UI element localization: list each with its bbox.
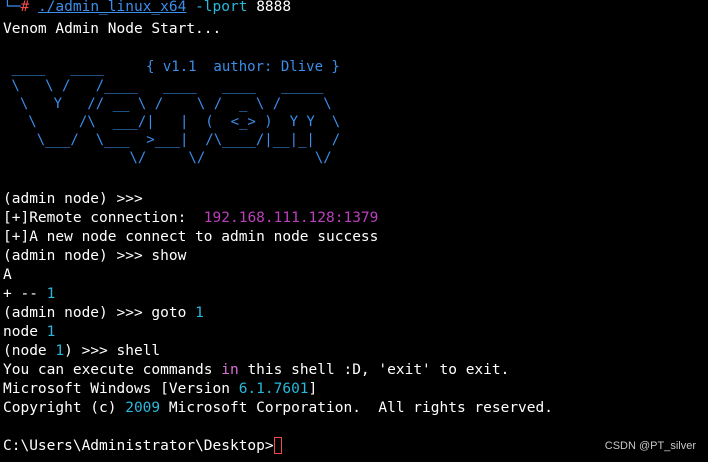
admin-prompt-line: (admin node) >>> xyxy=(3,191,143,207)
port-value: 8888 xyxy=(256,0,292,15)
banner-art-line: ____ ____ xyxy=(3,60,113,76)
banner-version: { v1.1 author: Dlive } xyxy=(146,59,340,75)
lport-flag: -lport xyxy=(195,0,248,15)
terminal-window[interactable]: └─# ./admin_linux_x64 -lport 8888 Venom … xyxy=(0,0,708,462)
banner-art-line: \ Y // __ \ / \ / _ \ / \ xyxy=(3,96,332,112)
cmd-prompt-line[interactable]: C:\Users\Administrator\Desktop> xyxy=(3,437,282,456)
copyright-line: Copyright (c) 2009 Microsoft Corporation… xyxy=(3,400,553,416)
tree-root: A xyxy=(3,267,12,283)
banner-art-line: \ \ / /____ ____ ____ _____ xyxy=(3,78,324,94)
shell-info-line: You can execute commands in this shell :… xyxy=(3,362,510,378)
banner-art-line: \ /\ ___/| | ( <_> ) Y Y \ xyxy=(3,114,341,130)
cwd-prompt: C:\Users\Administrator\Desktop> xyxy=(3,438,274,454)
tree-node-line: + -- 1 xyxy=(3,286,56,302)
banner-art-line: \/ \/ \/ xyxy=(3,150,332,166)
windows-version-line: Microsoft Windows [Version 6.1.7601] xyxy=(3,381,318,397)
goto-command-line: (admin node) >>> goto 1 xyxy=(3,305,204,321)
binary-path: ./admin_linux_x64 xyxy=(37,0,187,15)
banner-art-line: \___/ \___ >___| /\____/|__|_| / xyxy=(3,132,341,148)
start-message: Venom Admin Node Start... xyxy=(3,21,222,37)
text-cursor[interactable] xyxy=(273,437,282,454)
node-line: node 1 xyxy=(3,324,56,340)
shell-command-line: (node 1) >>> shell xyxy=(3,343,161,359)
remote-ip: 192.168.111.128:1379 xyxy=(203,210,379,226)
remote-connection-line: [+]Remote connection: 192.168.111.128:13… xyxy=(3,210,379,226)
prompt-corner: └─ xyxy=(3,0,21,15)
command-line: └─# ./admin_linux_x64 -lport 8888 xyxy=(3,0,291,17)
prompt-hash: # xyxy=(20,0,30,15)
show-command-line: (admin node) >>> show xyxy=(3,248,187,264)
connect-success-line: [+]A new node connect to admin node succ… xyxy=(3,229,379,245)
watermark: CSDN @PT_silver xyxy=(604,440,696,452)
